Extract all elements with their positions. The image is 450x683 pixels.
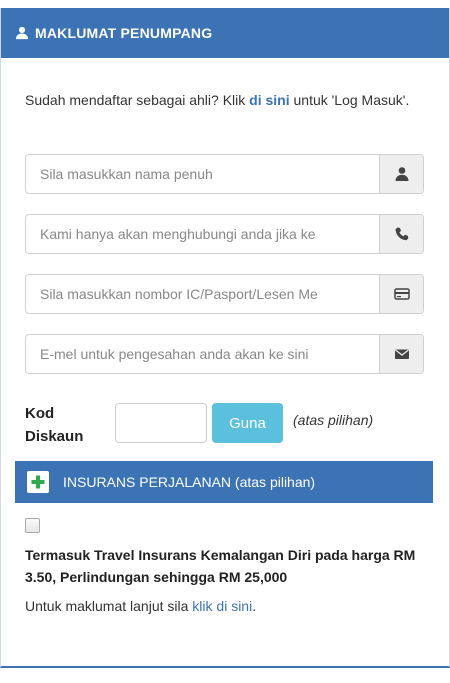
login-prompt-text: Sudah mendaftar sebagai ahli? Klik [25, 92, 250, 108]
passenger-info-panel: MAKLUMAT PENUMPANG Sudah mendaftar sebag… [0, 8, 450, 668]
phone-icon [395, 227, 408, 241]
phone-input[interactable] [26, 215, 379, 253]
discount-optional-note: (atas pilihan) [293, 412, 374, 428]
insurance-more-info: Untuk maklumat lanjut sila klik di sini. [25, 598, 256, 614]
email-input[interactable] [26, 335, 379, 373]
panel-title: MAKLUMAT PENUMPANG [35, 25, 213, 41]
login-prompt: Sudah mendaftar sebagai ahli? Klik di si… [25, 90, 435, 110]
ic-passport-input[interactable] [26, 275, 379, 313]
id-card-icon [393, 288, 410, 300]
plus-icon [27, 471, 49, 493]
insurance-description: Termasuk Travel Insurans Kemalangan Diri… [25, 547, 416, 585]
full-name-input[interactable] [26, 155, 379, 193]
discount-code-input[interactable] [115, 403, 207, 443]
user-icon [395, 167, 408, 181]
email-addon [379, 335, 423, 373]
login-prompt-suffix: untuk 'Log Masuk'. [289, 92, 410, 108]
apply-discount-button[interactable]: Guna [212, 403, 283, 443]
discount-label-line1: Kod [25, 405, 55, 422]
email-field-group [25, 334, 424, 374]
ic-field-group [25, 274, 424, 314]
more-info-end: . [252, 598, 257, 614]
insurance-info-link[interactable]: klik di sini [192, 598, 252, 614]
panel-header: MAKLUMAT PENUMPANG [1, 8, 449, 58]
user-icon [15, 26, 29, 40]
phone-addon [379, 215, 423, 253]
ic-addon [379, 275, 423, 313]
login-link[interactable]: di sini [249, 92, 289, 108]
insurance-title: INSURANS PERJALANAN (atas pilihan) [63, 474, 316, 490]
name-field-group [25, 154, 424, 194]
insurance-checkbox[interactable] [25, 518, 40, 533]
discount-label-line2: Diskaun [25, 428, 84, 445]
travel-insurance-header: INSURANS PERJALANAN (atas pilihan) [15, 461, 433, 503]
discount-code-label: Kod Diskaun [25, 402, 83, 448]
name-addon [379, 155, 423, 193]
more-info-text: Untuk maklumat lanjut sila [25, 598, 193, 614]
envelope-icon [394, 349, 409, 359]
phone-field-group [25, 214, 424, 254]
